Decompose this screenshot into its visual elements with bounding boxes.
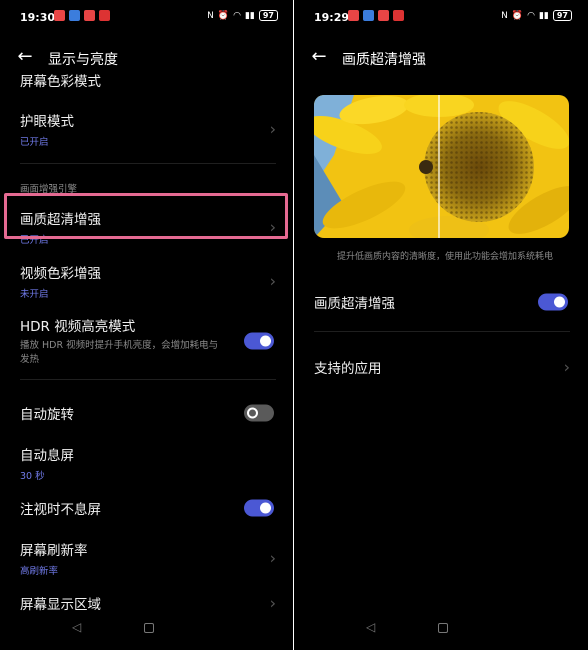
back-arrow-icon[interactable]: ← [14, 46, 36, 68]
page-title: 显示与亮度 [48, 52, 118, 68]
app-notification-icon [393, 10, 404, 21]
navigation-bar: ◁ [294, 618, 588, 642]
status-time: 19:29 [314, 11, 350, 24]
item-title: 注视时不息屏 [20, 502, 101, 518]
divider [20, 163, 276, 164]
feature-caption: 提升低画质内容的清晰度，使用此功能会增加系统耗电 [336, 252, 553, 262]
app-notification-icon [54, 10, 65, 21]
gaze-awake-toggle[interactable] [244, 499, 274, 517]
item-title: 屏幕显示区域 [20, 597, 101, 613]
item-title: 护眼模式 [20, 114, 74, 130]
status-bar: 19:30 N ⏰ ◠ ▮▮ 97 [0, 0, 294, 34]
system-status-icons: N ⏰ ◠ ▮▮ 97 [207, 10, 278, 21]
back-arrow-icon[interactable]: ← [308, 46, 330, 68]
list-item-super-clarity-toggle: 画质超清增强 [314, 292, 570, 312]
signal-icon: ▮▮ [538, 10, 549, 21]
list-item-auto-rotate: 自动旋转 [20, 403, 276, 423]
list-item-video-color[interactable]: 视频色彩增强 未开启 › [20, 262, 276, 300]
settings-display-screen: 19:30 N ⏰ ◠ ▮▮ 97 ← 显示与亮度 屏幕色彩模式 护眼模式 已开… [0, 0, 294, 650]
app-notification-icon [348, 10, 359, 21]
list-item-eye-protection[interactable]: 护眼模式 已开启 › [20, 110, 276, 148]
item-title: 屏幕刷新率 [20, 543, 88, 559]
comparison-image [314, 95, 569, 238]
notification-icons [348, 10, 404, 21]
notification-icons [54, 10, 110, 21]
app-notification-icon [99, 10, 110, 21]
item-status: 高刷新率 [20, 566, 59, 577]
wifi-icon: ◠ [527, 10, 535, 21]
battery-icon: 97 [552, 10, 572, 21]
item-title: 自动息屏 [20, 448, 74, 464]
alarm-icon: ⏰ [217, 10, 230, 21]
nfc-icon: N [207, 10, 214, 21]
page-header: ← 画质超清增强 [294, 44, 588, 74]
divider [20, 379, 276, 380]
sunflower-image [314, 95, 569, 238]
nfc-icon: N [501, 10, 508, 21]
nav-back-icon[interactable]: ◁ [366, 620, 375, 634]
item-title: 视频色彩增强 [20, 266, 101, 282]
super-clarity-screen: 19:29 N ⏰ ◠ ▮▮ 97 ← 画质超清增强 提升低画质内容的清晰度，使… [294, 0, 588, 650]
item-title: 屏幕色彩模式 [20, 74, 101, 90]
chevron-right-icon: › [563, 357, 570, 377]
super-clarity-toggle[interactable] [538, 293, 568, 311]
toggle-knob [260, 335, 271, 347]
wifi-icon: ◠ [233, 10, 241, 21]
list-item-display-area[interactable]: 屏幕显示区域 › [20, 593, 276, 614]
list-item-screen-timeout[interactable]: 自动息屏 30 秒 [20, 444, 276, 482]
toggle-knob [260, 502, 271, 514]
item-title: 支持的应用 [314, 361, 382, 377]
app-notification-icon [84, 10, 95, 21]
item-status: 未开启 [20, 289, 49, 300]
toggle-knob [247, 407, 258, 419]
item-status: 30 秒 [20, 471, 45, 482]
nav-home-icon[interactable] [144, 623, 154, 633]
chevron-right-icon: › [269, 119, 276, 139]
auto-rotate-toggle[interactable] [244, 404, 274, 422]
list-item-gaze-awake: 注视时不息屏 [20, 498, 276, 518]
item-title: 画质超清增强 [314, 296, 395, 312]
chevron-right-icon: › [269, 593, 276, 613]
nav-back-icon[interactable]: ◁ [72, 620, 81, 634]
nav-home-icon[interactable] [438, 623, 448, 633]
toggle-knob [554, 296, 565, 308]
navigation-bar: ◁ [0, 618, 294, 642]
system-status-icons: N ⏰ ◠ ▮▮ 97 [501, 10, 572, 21]
status-time: 19:30 [20, 11, 56, 24]
signal-icon: ▮▮ [244, 10, 255, 21]
hdr-toggle[interactable] [244, 332, 274, 350]
list-item-supported-apps[interactable]: 支持的应用 › [314, 357, 570, 378]
chevron-right-icon: › [269, 271, 276, 291]
battery-icon: 97 [258, 10, 278, 21]
item-title: HDR 视频高亮模式 [20, 319, 136, 335]
item-description: 播放 HDR 视频时提升手机亮度，会增加耗电与发热 [20, 340, 219, 365]
list-item-screen-color-mode[interactable]: 屏幕色彩模式 [20, 70, 276, 90]
status-bar: 19:29 N ⏰ ◠ ▮▮ 97 [294, 0, 588, 34]
page-title: 画质超清增强 [342, 52, 426, 68]
item-title: 自动旋转 [20, 407, 74, 423]
divider [314, 331, 570, 332]
highlight-box [4, 193, 288, 239]
list-item-refresh-rate[interactable]: 屏幕刷新率 高刷新率 › [20, 539, 276, 577]
chevron-right-icon: › [269, 548, 276, 568]
list-item-hdr-video: HDR 视频高亮模式 播放 HDR 视频时提升手机亮度，会增加耗电与发热 [20, 315, 276, 367]
app-notification-icon [378, 10, 389, 21]
app-notification-icon [69, 10, 80, 21]
alarm-icon: ⏰ [511, 10, 524, 21]
item-status: 已开启 [20, 137, 49, 148]
app-notification-icon [363, 10, 374, 21]
